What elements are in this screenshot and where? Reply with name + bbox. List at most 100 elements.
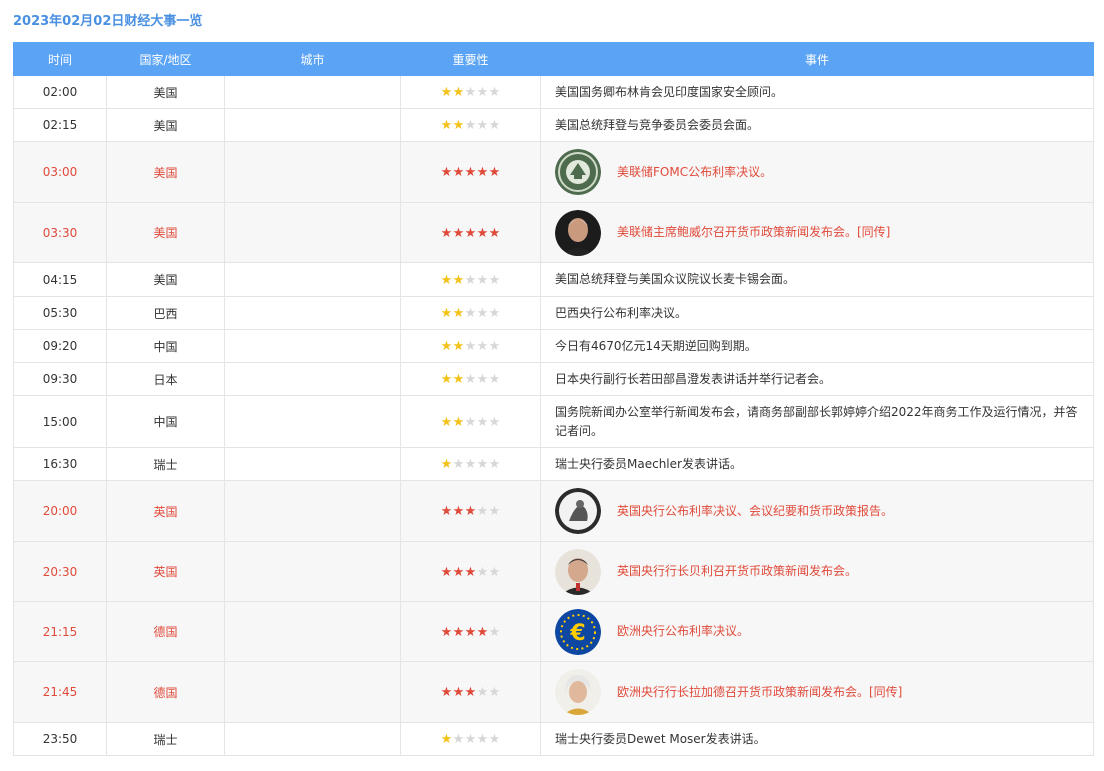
country-cell: 中国 <box>106 329 225 363</box>
star-icon: ★ <box>464 372 477 387</box>
header-event: 事件 <box>540 42 1094 76</box>
importance-cell: ★★★★★ <box>400 262 541 297</box>
star-icon: ★ <box>476 272 489 288</box>
importance-cell: ★★★★★ <box>400 601 541 662</box>
star-icon: ★ <box>452 272 465 288</box>
events-table: 时间 国家/地区 城市 重要性 事件 02:00 美国 ★★★★★ 美国国务卿布林肯会… <box>13 42 1094 756</box>
city-cell <box>224 541 401 602</box>
star-icon: ★ <box>464 339 477 354</box>
star-icon: ★ <box>452 225 465 241</box>
importance-cell: ★★★★★ <box>400 395 541 448</box>
star-icon: ★ <box>440 272 453 288</box>
event-text: 巴西央行公布利率决议。 <box>555 305 688 320</box>
table-header-row: 时间 国家/地区 城市 重要性 事件 <box>13 42 1094 76</box>
city-cell <box>224 202 401 263</box>
event-text: 今日有4670亿元14天期逆回购到期。 <box>555 338 757 353</box>
city-cell <box>224 262 401 297</box>
table-row: 23:50 瑞士 ★★★★★ 瑞士央行委员Dewet Moser发表讲话。 <box>13 722 1094 756</box>
importance-stars: ★★★★★ <box>441 626 501 639</box>
star-icon: ★ <box>488 225 501 241</box>
bailey-portrait-icon <box>555 548 601 595</box>
time-cell: 09:30 <box>13 362 107 396</box>
star-icon: ★ <box>464 414 477 430</box>
star-icon: ★ <box>464 118 477 133</box>
country-cell: 英国 <box>106 541 225 602</box>
star-icon: ★ <box>440 339 453 354</box>
time-cell: 05:30 <box>13 296 107 330</box>
star-icon: ★ <box>488 85 501 100</box>
country-cell: 瑞士 <box>106 722 225 756</box>
importance-stars: ★★★★★ <box>441 733 501 746</box>
event-cell: 日本央行副行长若田部昌澄发表讲话并举行记者会。 <box>540 362 1094 396</box>
table-row: 05:30 巴西 ★★★★★ 巴西央行公布利率决议。 <box>13 296 1094 330</box>
country-cell: 中国 <box>106 395 225 448</box>
star-icon: ★ <box>440 306 453 321</box>
header-city: 城市 <box>224 42 401 76</box>
time-cell: 02:00 <box>13 75 107 109</box>
importance-cell: ★★★★★ <box>400 296 541 330</box>
event-text: 英国央行行长贝利召开货币政策新闻发布会。 <box>617 564 858 578</box>
importance-cell: ★★★★★ <box>400 480 541 542</box>
time-cell: 21:15 <box>13 601 107 662</box>
svg-text:€: € <box>569 621 585 646</box>
time-cell: 15:00 <box>13 395 107 448</box>
star-icon: ★ <box>476 225 489 241</box>
event-text: 瑞士央行委员Maechler发表讲话。 <box>555 456 742 471</box>
star-icon: ★ <box>476 732 489 747</box>
importance-cell: ★★★★★ <box>400 329 541 363</box>
event-cell: 英国央行行长贝利召开货币政策新闻发布会。 <box>540 541 1094 602</box>
table-row: 09:20 中国 ★★★★★ 今日有4670亿元14天期逆回购到期。 <box>13 329 1094 363</box>
time-cell: 23:50 <box>13 722 107 756</box>
star-icon: ★ <box>440 372 453 387</box>
event-cell: 英国央行公布利率决议、会议纪要和货币政策报告。 <box>540 480 1094 542</box>
event-cell: 美国总统拜登与美国众议院议长麦卡锡会面。 <box>540 262 1094 297</box>
table-row: 20:00 英国 ★★★★★ 英国央行公布利率决议、会议纪要和货币政策报告。 <box>13 480 1094 542</box>
star-icon: ★ <box>476 306 489 321</box>
star-icon: ★ <box>476 372 489 387</box>
importance-cell: ★★★★★ <box>400 541 541 602</box>
country-cell: 英国 <box>106 480 225 542</box>
country-cell: 日本 <box>106 362 225 396</box>
importance-stars: ★★★★★ <box>441 416 501 429</box>
city-cell <box>224 108 401 142</box>
star-icon: ★ <box>452 732 465 747</box>
star-icon: ★ <box>488 685 501 700</box>
star-icon: ★ <box>440 118 453 133</box>
time-cell: 04:15 <box>13 262 107 297</box>
star-icon: ★ <box>488 457 501 472</box>
importance-cell: ★★★★★ <box>400 661 541 723</box>
star-icon: ★ <box>488 564 501 580</box>
star-icon: ★ <box>488 504 501 519</box>
star-icon: ★ <box>488 372 501 387</box>
event-text: 美国国务卿布林肯会见印度国家安全顾问。 <box>555 84 784 99</box>
page-title: 2023年02月02日财经大事一览 <box>13 14 203 29</box>
city-cell <box>224 447 401 481</box>
country-cell: 德国 <box>106 661 225 723</box>
star-icon: ★ <box>464 225 477 241</box>
importance-stars: ★★★★★ <box>441 227 501 240</box>
star-icon: ★ <box>464 685 477 700</box>
importance-stars: ★★★★★ <box>441 505 501 518</box>
star-icon: ★ <box>476 414 489 430</box>
country-cell: 德国 <box>106 601 225 662</box>
star-icon: ★ <box>476 118 489 133</box>
header-time: 时间 <box>13 42 107 76</box>
city-cell <box>224 395 401 448</box>
star-icon: ★ <box>452 504 465 519</box>
star-icon: ★ <box>452 624 465 640</box>
star-icon: ★ <box>488 118 501 133</box>
star-icon: ★ <box>488 624 501 640</box>
table-row: 15:00 中国 ★★★★★ 国务院新闻办公室举行新闻发布会，请商务部副部长郭婷婷介绍… <box>13 395 1094 448</box>
event-text: 美国总统拜登与竞争委员会委员会面。 <box>555 117 760 132</box>
event-text: 美联储FOMC公布利率决议。 <box>617 164 773 179</box>
table-row: 20:30 英国 ★★★★★ 英国央行行长贝利召开货币政策新闻发布会。 <box>13 541 1094 602</box>
star-icon: ★ <box>440 504 453 519</box>
star-icon: ★ <box>452 165 465 180</box>
city-cell <box>224 661 401 723</box>
country-cell: 美国 <box>106 202 225 263</box>
event-cell: 瑞士央行委员Dewet Moser发表讲话。 <box>540 722 1094 756</box>
lagarde-portrait-icon <box>555 669 601 715</box>
star-icon: ★ <box>440 685 453 700</box>
table-row: 09:30 日本 ★★★★★ 日本央行副行长若田部昌澄发表讲话并举行记者会。 <box>13 362 1094 396</box>
time-cell: 03:00 <box>13 141 107 203</box>
